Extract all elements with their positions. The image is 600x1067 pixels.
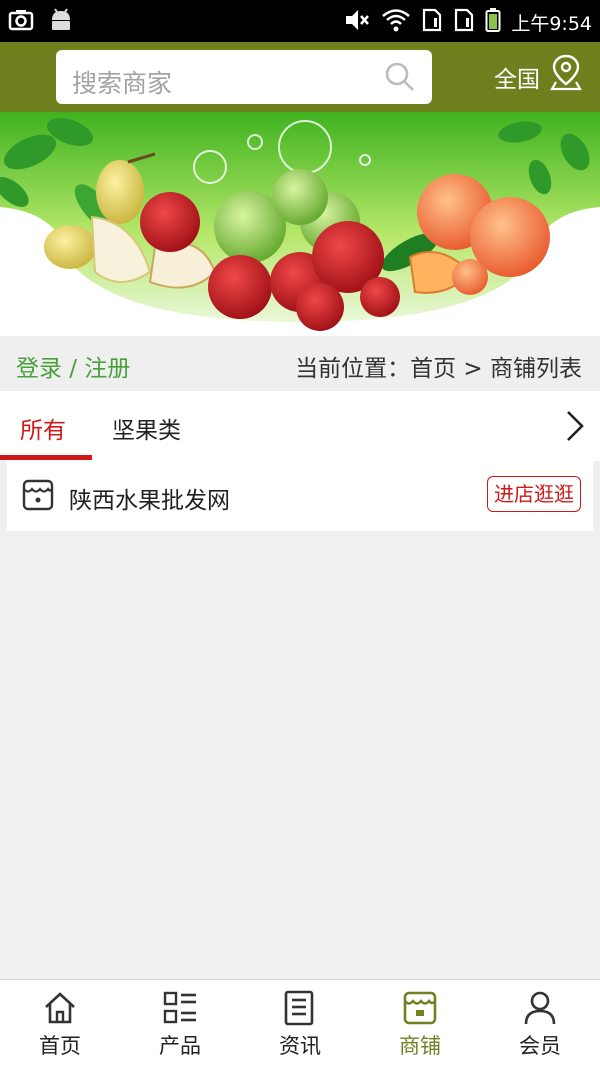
nav-products-label: 产品 (159, 1034, 201, 1058)
search-icon[interactable] (384, 61, 416, 97)
chevron-right-icon[interactable] (564, 409, 586, 447)
wifi-icon (381, 7, 411, 37)
battery-icon (485, 7, 501, 37)
nav-member[interactable]: 会员 (480, 980, 600, 1067)
nav-shops[interactable]: 商铺 (360, 980, 480, 1067)
bottom-navigation: 首页 产品 资讯 商铺 会员 (0, 979, 600, 1067)
shop-name: 陕西水果批发网 (69, 488, 230, 514)
grid-list-icon (162, 990, 198, 1030)
location-pin-icon[interactable] (550, 54, 582, 96)
login-register-link[interactable]: 登录 / 注册 (16, 349, 130, 383)
document-icon (282, 990, 318, 1030)
tab-nuts[interactable]: 坚果类 (112, 411, 181, 445)
top-header: 搜索商家 全国 (0, 42, 600, 112)
tab-all[interactable]: 所有 (20, 411, 66, 445)
android-icon (48, 8, 74, 36)
enter-shop-button[interactable]: 进店逛逛 (487, 476, 581, 512)
nav-home-label: 首页 (39, 1034, 81, 1058)
nav-shops-label: 商铺 (399, 1034, 441, 1058)
promo-banner[interactable] (0, 112, 600, 336)
nav-news[interactable]: 资讯 (240, 980, 360, 1067)
nav-products[interactable]: 产品 (120, 980, 240, 1067)
shop-icon (22, 479, 54, 515)
nav-news-label: 资讯 (279, 1034, 321, 1058)
category-tabs: 所有 坚果类 (0, 391, 600, 461)
mute-icon (343, 7, 371, 37)
active-tab-indicator (0, 455, 92, 460)
breadcrumb: 当前位置：首页 > 商铺列表 (295, 356, 582, 382)
home-icon (42, 990, 78, 1030)
store-icon (402, 990, 438, 1030)
nav-home[interactable]: 首页 (0, 980, 120, 1067)
clock-text: 上午9:54 (511, 12, 592, 35)
status-bar: 上午9:54 (0, 0, 600, 42)
region-selector[interactable]: 全国 (494, 60, 540, 94)
search-placeholder: 搜索商家 (72, 69, 173, 98)
nav-member-label: 会员 (519, 1034, 561, 1058)
screenshot-icon (8, 8, 34, 36)
shop-list-item[interactable]: 陕西水果批发网 进店逛逛 (7, 461, 593, 531)
sim2-icon (453, 7, 475, 37)
sim1-icon (421, 7, 443, 37)
user-icon (522, 990, 558, 1030)
info-bar: 登录 / 注册 当前位置：首页 > 商铺列表 (0, 336, 600, 391)
fruit-banner-image (0, 112, 600, 336)
search-box[interactable]: 搜索商家 (56, 50, 432, 104)
